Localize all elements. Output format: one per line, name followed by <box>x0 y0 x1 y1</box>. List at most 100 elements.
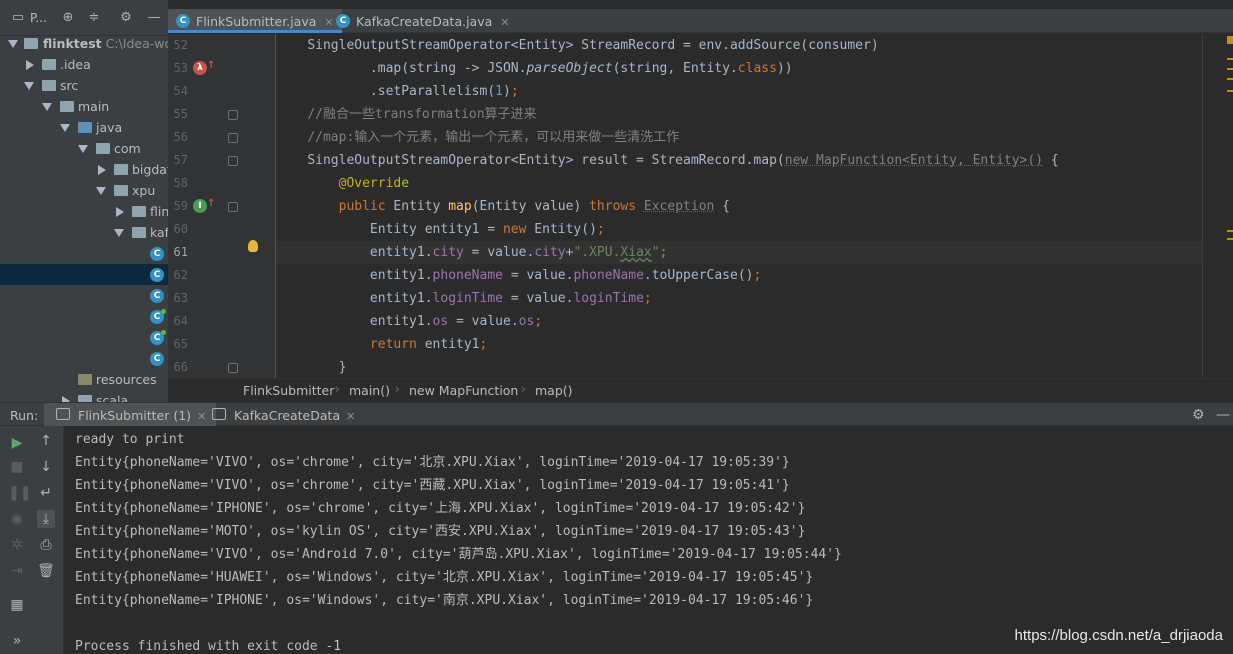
lightbulb-icon[interactable] <box>248 240 258 252</box>
run-tab-flink-submitter[interactable]: FlinkSubmitter (1) ✕ <box>44 403 217 426</box>
expand-arrow-icon[interactable] <box>24 82 34 90</box>
tree-item-xpu[interactable]: xpu <box>0 180 168 201</box>
breadcrumb-item[interactable]: map() <box>535 383 573 398</box>
stop-icon[interactable]: ■ <box>8 458 26 476</box>
breadcrumb-item[interactable]: new MapFunction <box>409 383 518 398</box>
fold-marker-icon[interactable] <box>228 110 238 120</box>
code-token-semicolon: ; <box>479 337 488 352</box>
editor-error-stripe[interactable] <box>1202 34 1233 378</box>
tree-item-idea[interactable]: .idea <box>0 54 168 75</box>
warning-marker[interactable] <box>1227 68 1233 70</box>
run-tab-kafka-create-data[interactable]: KafkaCreateData ✕ <box>200 403 365 426</box>
project-toolbar: ▭ P... ⊕ ≑ ⚙ — <box>0 0 168 36</box>
code-line-65: return entity1; <box>276 333 1202 356</box>
tree-item-com[interactable]: com <box>0 138 168 159</box>
exit-icon[interactable]: ⇥ <box>8 562 26 580</box>
soft-wrap-icon[interactable]: ↵ <box>37 484 55 502</box>
expand-arrow-icon[interactable] <box>96 187 106 195</box>
scroll-to-end-icon[interactable]: ⤓ <box>37 510 55 528</box>
run-tab-label: KafkaCreateData <box>234 408 341 423</box>
tree-item-class[interactable]: C <box>0 285 168 306</box>
tree-item-class[interactable]: C <box>0 348 168 369</box>
tree-item-java[interactable]: java <box>0 117 168 138</box>
lambda-overrides-icon[interactable]: λ <box>193 59 215 75</box>
expand-arrow-icon[interactable] <box>114 229 124 237</box>
line-number: 63 <box>173 291 188 305</box>
collapse-all-icon[interactable]: ≑ <box>86 10 102 26</box>
gear-icon[interactable]: ⚙ <box>1192 407 1205 423</box>
code-token: SingleOutputStreamOperator<Entity> resul… <box>307 153 785 168</box>
more-icon[interactable]: » <box>8 632 26 650</box>
tree-item-class[interactable]: C <box>0 327 168 348</box>
expand-arrow-icon[interactable] <box>60 124 70 132</box>
implements-method-icon[interactable]: I <box>193 197 215 213</box>
tree-item-class[interactable]: C <box>0 306 168 327</box>
close-icon[interactable]: ✕ <box>500 16 509 29</box>
warning-marker[interactable] <box>1227 78 1233 80</box>
tree-item-bigdata[interactable]: bigdat <box>0 159 168 180</box>
tree-item-module[interactable]: flinktestC:\Idea-wor <box>0 33 168 54</box>
project-view-icon[interactable]: ▭ <box>10 10 26 26</box>
minimize-icon[interactable]: — <box>1216 407 1230 423</box>
tree-item-flink[interactable]: flin <box>0 201 168 222</box>
line-number: 52 <box>173 38 188 52</box>
code-token-keyword: new <box>502 222 527 237</box>
up-arrow-icon[interactable]: ↑ <box>37 432 55 450</box>
code-token-field: loginTime <box>432 291 503 306</box>
tree-item-class-selected[interactable]: C <box>0 264 168 285</box>
collapse-arrow-icon[interactable] <box>116 207 124 217</box>
expand-arrow-icon[interactable] <box>78 145 88 153</box>
settings-icon[interactable]: ✲ <box>8 536 26 554</box>
tab-label: FlinkSubmitter.java <box>196 14 317 29</box>
rerun-icon[interactable]: ▶ <box>8 434 26 452</box>
breadcrumb-item[interactable]: FlinkSubmitter <box>243 383 334 398</box>
expand-arrow-icon[interactable] <box>42 103 52 111</box>
code-line-52: SingleOutputStreamOperator<Entity> Strea… <box>276 34 1202 57</box>
warning-marker[interactable] <box>1227 36 1233 44</box>
dump-threads-icon[interactable]: ◉ <box>8 510 26 528</box>
breadcrumb-item[interactable]: main() <box>349 383 390 398</box>
tree-item-scala[interactable]: scala <box>0 390 168 402</box>
warning-marker[interactable] <box>1227 90 1233 92</box>
warning-marker[interactable] <box>1227 238 1233 240</box>
close-icon[interactable]: ✕ <box>346 410 355 423</box>
trash-icon[interactable]: 🗑 <box>37 562 55 580</box>
java-class-icon: C <box>150 289 164 303</box>
layout-icon[interactable]: ▦ <box>8 596 26 614</box>
warning-marker[interactable] <box>1227 230 1233 232</box>
fold-marker-icon[interactable] <box>228 202 238 212</box>
minimize-icon[interactable]: — <box>146 10 162 26</box>
console-line: Entity{phoneName='IPHONE', os='Windows',… <box>75 593 814 608</box>
warning-marker[interactable] <box>1227 58 1233 60</box>
print-icon[interactable]: ⎙ <box>37 536 55 554</box>
locate-target-icon[interactable]: ⊕ <box>60 10 76 26</box>
tree-item-class[interactable]: C <box>0 243 168 264</box>
fold-marker-icon[interactable] <box>228 156 238 166</box>
code-token: { <box>714 199 731 214</box>
collapse-arrow-icon[interactable] <box>26 60 34 70</box>
tree-item-resources[interactable]: resources <box>0 369 168 390</box>
code-line-53: .map(string -> JSON.parseObject(string, … <box>276 57 1202 80</box>
code-line-54: .setParallelism(1); <box>276 80 1202 103</box>
code-line-59: public Entity map(Entity value) throws E… <box>276 195 1202 218</box>
tree-item-src[interactable]: src <box>0 75 168 96</box>
project-panel-title[interactable]: P... <box>30 11 47 25</box>
line-number: 66 <box>173 360 188 374</box>
down-arrow-icon[interactable]: ↓ <box>37 458 55 476</box>
fold-marker-icon[interactable] <box>228 133 238 143</box>
pause-icon[interactable]: ❚❚ <box>8 484 31 502</box>
gear-icon[interactable]: ⚙ <box>118 10 134 26</box>
expand-arrow-icon[interactable] <box>8 40 18 48</box>
tree-item-kafka[interactable]: kaf <box>0 222 168 243</box>
run-console-icon <box>56 408 70 420</box>
collapse-arrow-icon[interactable] <box>98 165 106 175</box>
code-token-keyword: return <box>369 337 417 352</box>
tab-kafka-create-data[interactable]: C KafkaCreateData.java ✕ <box>328 9 517 33</box>
code-token-number: 1 <box>495 84 503 99</box>
fold-marker-icon[interactable] <box>228 363 238 373</box>
console-output[interactable]: ready to print Entity{phoneName='VIVO', … <box>64 426 1233 654</box>
code-editor[interactable]: SingleOutputStreamOperator<Entity> Strea… <box>276 34 1202 378</box>
tree-item-main[interactable]: main <box>0 96 168 117</box>
tab-flink-submitter[interactable]: C FlinkSubmitter.java ✕ <box>168 9 342 33</box>
code-token: Entity() <box>526 222 597 237</box>
